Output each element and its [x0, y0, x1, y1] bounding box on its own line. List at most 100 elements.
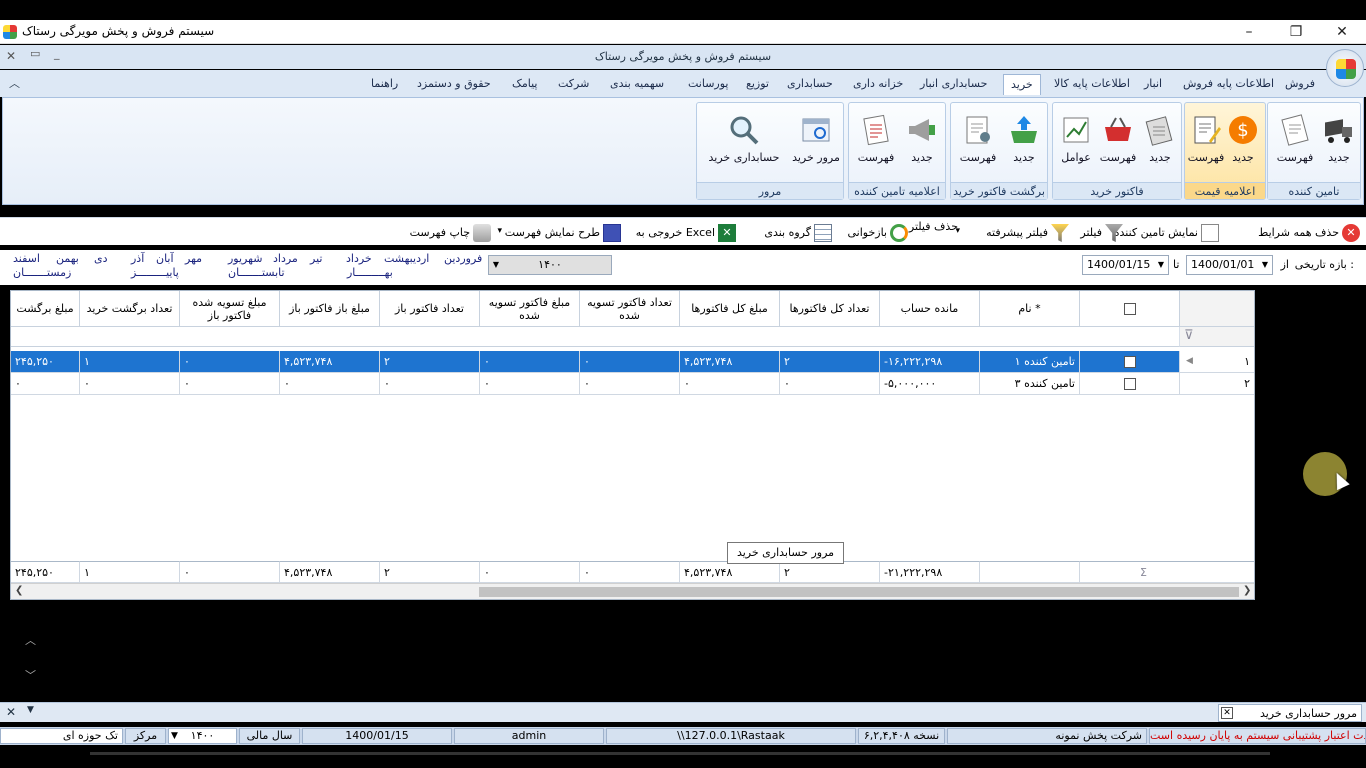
season-spring[interactable]: بهـــــــــار	[347, 266, 393, 279]
month-bahman[interactable]: بهمن	[56, 252, 79, 265]
chevron-down-icon[interactable]: ﹀	[25, 667, 36, 683]
month-tir[interactable]: تیر	[310, 252, 322, 265]
tab-distribution[interactable]: توزیع	[739, 74, 776, 95]
announcement-list-button[interactable]: فهرست	[853, 109, 899, 179]
cell-total-count[interactable]: ۲	[780, 351, 880, 373]
select-all-checkbox[interactable]	[1123, 302, 1136, 315]
month-shahrivar[interactable]: شهریور	[228, 252, 262, 265]
clear-all-conditions-button[interactable]: حذف همه شرایط ✕	[1258, 224, 1360, 242]
month-khordad[interactable]: خرداد	[346, 252, 372, 265]
side-header-supplier[interactable]: تامین کننده	[1293, 293, 1355, 306]
cell-open-count[interactable]: ۰	[380, 373, 480, 395]
show-supplier-button[interactable]: نمایش تامین کننده	[1114, 224, 1219, 242]
tab-sms[interactable]: پیامک	[505, 74, 544, 95]
cell-balance[interactable]: -۱۶,۲۲۲,۲۹۸	[880, 351, 980, 373]
browse-purchase-button[interactable]: مرور خرید	[789, 109, 843, 179]
dropdown-arrow-icon[interactable]: ▾	[955, 226, 960, 236]
return-new-button[interactable]: جدید	[1001, 109, 1047, 179]
filter-button[interactable]: فیلتر	[1080, 224, 1123, 242]
invoice-list-button[interactable]: فهرست	[1097, 109, 1139, 179]
center-combo[interactable]: تک حوزه ای	[0, 728, 123, 744]
supplier-list-button[interactable]: فهرست	[1270, 109, 1320, 179]
tab-warehouse[interactable]: انبار	[1137, 74, 1169, 95]
cell-total-amount[interactable]: ۴,۵۲۳,۷۴۸	[680, 351, 780, 373]
cell-settled-amount[interactable]: ۰	[480, 351, 580, 373]
tab-warehouse-accounting[interactable]: حسابداری انبار	[913, 74, 994, 95]
price-new-button[interactable]: $ جدید	[1221, 109, 1265, 179]
col-total-amount[interactable]: مبلغ کل فاکتورها	[680, 291, 780, 327]
month-aban[interactable]: آبان	[156, 252, 174, 265]
month-dey[interactable]: دی	[94, 252, 108, 265]
col-total-count[interactable]: تعداد کل فاکتورها	[780, 291, 880, 327]
media-progress-track[interactable]	[90, 752, 1270, 755]
tab-commission[interactable]: پورسانت	[681, 74, 736, 95]
col-name[interactable]: نام *	[980, 291, 1080, 327]
cell-settled-count[interactable]: ۰	[580, 373, 680, 395]
advanced-filter-button[interactable]: فیلتر پیشرفته	[986, 224, 1069, 242]
scroll-left-icon[interactable]: ❮	[15, 585, 23, 596]
col-return-count[interactable]: تعداد برگشت خرید	[80, 291, 180, 327]
tab-accounting[interactable]: حسابداری	[780, 74, 840, 95]
col-settled-amount[interactable]: مبلغ فاکتور تسویه شده	[480, 291, 580, 327]
dropdown-arrow-icon[interactable]: ▾	[497, 226, 502, 236]
side-item-paid-check-status[interactable]: وضعیت چک پرداختی	[1261, 390, 1355, 403]
fiscal-year-combo[interactable]: ▼ ۱۴۰۰	[168, 728, 237, 744]
cell-open-settled[interactable]: ۰	[180, 373, 280, 395]
row-checkbox[interactable]	[1123, 378, 1136, 390]
col-open-amount[interactable]: مبلغ باز فاکتور باز	[280, 291, 380, 327]
tab-sales[interactable]: فروش	[1278, 74, 1322, 95]
cell-total-amount[interactable]: ۰	[680, 373, 780, 395]
supplier-new-button[interactable]: جدید	[1314, 109, 1364, 179]
cell-name[interactable]: تامین کننده ۳	[980, 373, 1080, 395]
col-open-count[interactable]: تعداد فاکتور باز	[380, 291, 480, 327]
side-item-purchase-return[interactable]: برگشت خرید	[1295, 333, 1355, 346]
tab-payroll[interactable]: حقوق و دستمزد	[410, 74, 498, 95]
close-button[interactable]: ✕	[1327, 22, 1357, 42]
cell-open-settled[interactable]: ۰	[180, 351, 280, 373]
month-ordibehesht[interactable]: اردیبهشت	[384, 252, 429, 265]
export-excel-button[interactable]: خروجی به Excel ✕	[636, 224, 736, 242]
month-mehr[interactable]: مهر	[185, 252, 202, 265]
cell-settled-amount[interactable]: ۰	[480, 373, 580, 395]
col-open-settled[interactable]: مبلغ تسویه شده فاکتور باز	[180, 291, 280, 327]
tab-product-base[interactable]: اطلاعات پایه کالا	[1047, 74, 1137, 95]
year-combo[interactable]: ▼ ۱۴۰۰	[488, 255, 612, 275]
filter-row[interactable]	[11, 327, 1180, 347]
cell-name[interactable]: تامین کننده ۱	[980, 351, 1080, 373]
chevron-up-icon[interactable]: ︿	[25, 632, 36, 648]
cell-open-count[interactable]: ۲	[380, 351, 480, 373]
cell-return-amount[interactable]: ۰	[11, 373, 80, 395]
invoice-agents-button[interactable]: عوامل	[1055, 109, 1097, 179]
row-checkbox-cell[interactable]	[1080, 351, 1180, 373]
scroll-right-icon[interactable]: ❯	[1243, 585, 1251, 596]
col-settled-count[interactable]: تعداد فاکتور تسویه شده	[580, 291, 680, 327]
purchase-accounting-button[interactable]: حسابداری خرید	[701, 109, 787, 179]
refresh-button[interactable]: بازخوانی	[848, 224, 908, 242]
app-orb-icon[interactable]	[1326, 49, 1364, 87]
side-item-others-check[interactable]: چک سایرین	[1302, 428, 1355, 441]
season-summer[interactable]: تابستـــــــان	[228, 266, 285, 279]
side-item-purchase-invoice[interactable]: فاکتور خرید	[1302, 314, 1355, 327]
to-date-combo[interactable]: 1400/01/15 ▼	[1082, 255, 1169, 275]
cell-balance[interactable]: -۵,۰۰۰,۰۰۰	[880, 373, 980, 395]
chevron-down-icon[interactable]: ▼	[27, 705, 34, 715]
side-item-paid-check[interactable]: چک پرداختی	[1298, 371, 1355, 384]
restore-button[interactable]: ❐	[1281, 22, 1311, 42]
cell-return-count[interactable]: ۰	[80, 373, 180, 395]
return-list-button[interactable]: فهرست	[955, 109, 1001, 179]
print-list-button[interactable]: چاپ فهرست	[410, 224, 491, 242]
season-autumn[interactable]: پاییـــــــــز	[131, 266, 179, 279]
list-layout-button[interactable]: طرح نمایش فهرست	[505, 224, 621, 242]
month-farvardin[interactable]: فروردین	[444, 252, 482, 265]
announcement-new-button[interactable]: جدید	[899, 109, 945, 179]
tab-sales-base[interactable]: اطلاعات پایه فروش	[1176, 74, 1281, 95]
row-checkbox-cell[interactable]	[1080, 373, 1180, 395]
col-return-amount[interactable]: مبلغ برگشت	[11, 291, 80, 327]
minimize-button[interactable]: –	[1234, 22, 1264, 42]
remove-filter-button[interactable]: حذف فیلتر	[909, 220, 958, 233]
month-esfand[interactable]: اسفند	[13, 252, 40, 265]
close-icon[interactable]: ✕	[1221, 707, 1233, 719]
month-mordad[interactable]: مرداد	[273, 252, 298, 265]
select-all-header[interactable]	[1080, 291, 1180, 327]
tab-company[interactable]: شرکت	[551, 74, 596, 95]
